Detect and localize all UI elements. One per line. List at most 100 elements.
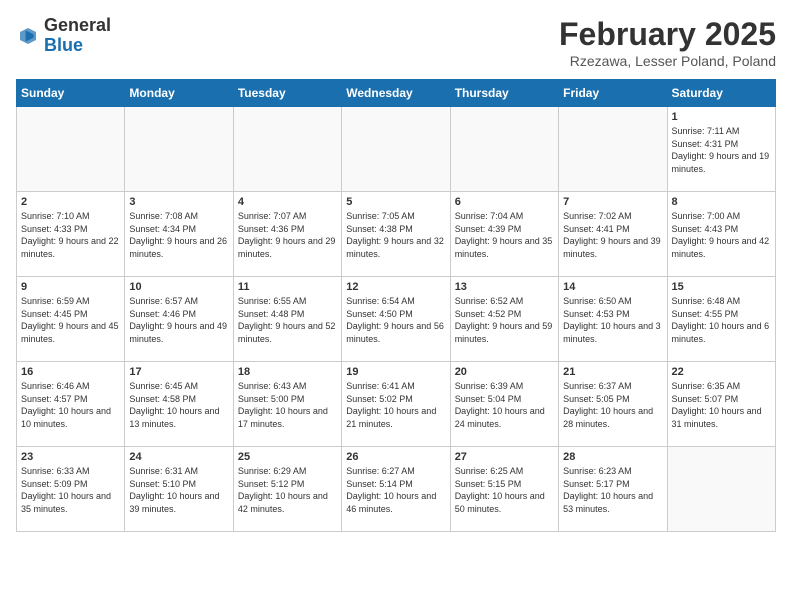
calendar-cell: 20 Sunrise: 6:39 AM Sunset: 5:04 PM Dayli… (450, 362, 558, 447)
day-info: Sunrise: 6:45 AM Sunset: 4:58 PM Dayligh… (129, 380, 228, 430)
weekday-header-tuesday: Tuesday (233, 80, 341, 107)
calendar-cell: 16 Sunrise: 6:46 AM Sunset: 4:57 PM Dayli… (17, 362, 125, 447)
day-number: 25 (238, 451, 337, 463)
day-number: 6 (455, 196, 554, 208)
day-info: Sunrise: 6:39 AM Sunset: 5:04 PM Dayligh… (455, 380, 554, 430)
day-number: 10 (129, 281, 228, 293)
calendar-cell (559, 107, 667, 192)
day-info: Sunrise: 6:52 AM Sunset: 4:52 PM Dayligh… (455, 295, 554, 345)
calendar-cell (342, 107, 450, 192)
calendar-cell: 23 Sunrise: 6:33 AM Sunset: 5:09 PM Dayli… (17, 447, 125, 532)
calendar-cell (667, 447, 775, 532)
weekday-row: SundayMondayTuesdayWednesdayThursdayFrid… (17, 80, 776, 107)
calendar-subtitle: Rzezawa, Lesser Poland, Poland (559, 53, 776, 69)
calendar-cell: 9 Sunrise: 6:59 AM Sunset: 4:45 PM Daylig… (17, 277, 125, 362)
calendar-cell: 22 Sunrise: 6:35 AM Sunset: 5:07 PM Dayli… (667, 362, 775, 447)
title-block: February 2025 Rzezawa, Lesser Poland, Po… (559, 16, 776, 69)
day-number: 12 (346, 281, 445, 293)
calendar-cell (125, 107, 233, 192)
logo-general: General (44, 15, 111, 35)
day-number: 19 (346, 366, 445, 378)
day-info: Sunrise: 7:10 AM Sunset: 4:33 PM Dayligh… (21, 210, 120, 260)
weekday-header-thursday: Thursday (450, 80, 558, 107)
day-number: 18 (238, 366, 337, 378)
day-info: Sunrise: 6:31 AM Sunset: 5:10 PM Dayligh… (129, 465, 228, 515)
calendar-cell: 2 Sunrise: 7:10 AM Sunset: 4:33 PM Daylig… (17, 192, 125, 277)
calendar-cell: 14 Sunrise: 6:50 AM Sunset: 4:53 PM Dayli… (559, 277, 667, 362)
calendar-cell: 25 Sunrise: 6:29 AM Sunset: 5:12 PM Dayli… (233, 447, 341, 532)
weekday-header-sunday: Sunday (17, 80, 125, 107)
day-number: 14 (563, 281, 662, 293)
calendar-header: SundayMondayTuesdayWednesdayThursdayFrid… (17, 80, 776, 107)
calendar-cell: 5 Sunrise: 7:05 AM Sunset: 4:38 PM Daylig… (342, 192, 450, 277)
logo-text: General Blue (44, 16, 111, 56)
calendar-cell: 17Sunrise: 6:45 AM Sunset: 4:58 PM Dayli… (125, 362, 233, 447)
logo: General Blue (16, 16, 111, 56)
day-info: Sunrise: 6:33 AM Sunset: 5:09 PM Dayligh… (21, 465, 120, 515)
day-info: Sunrise: 7:11 AM Sunset: 4:31 PM Dayligh… (672, 125, 771, 175)
day-number: 11 (238, 281, 337, 293)
calendar-cell: 18 Sunrise: 6:43 AM Sunset: 5:00 PM Dayli… (233, 362, 341, 447)
day-number: 21 (563, 366, 662, 378)
weekday-header-friday: Friday (559, 80, 667, 107)
day-info: Sunrise: 6:29 AM Sunset: 5:12 PM Dayligh… (238, 465, 337, 515)
day-info: Sunrise: 6:50 AM Sunset: 4:53 PM Dayligh… (563, 295, 662, 345)
day-number: 8 (672, 196, 771, 208)
calendar-cell (17, 107, 125, 192)
day-number: 27 (455, 451, 554, 463)
day-number: 22 (672, 366, 771, 378)
day-number: 3 (129, 196, 228, 208)
calendar-cell: 3Sunrise: 7:08 AM Sunset: 4:34 PM Daylig… (125, 192, 233, 277)
day-number: 1 (672, 111, 771, 123)
day-number: 7 (563, 196, 662, 208)
day-info: Sunrise: 6:37 AM Sunset: 5:05 PM Dayligh… (563, 380, 662, 430)
day-info: Sunrise: 7:05 AM Sunset: 4:38 PM Dayligh… (346, 210, 445, 260)
day-info: Sunrise: 6:35 AM Sunset: 5:07 PM Dayligh… (672, 380, 771, 430)
calendar-week-2: 9 Sunrise: 6:59 AM Sunset: 4:45 PM Daylig… (17, 277, 776, 362)
day-info: Sunrise: 7:07 AM Sunset: 4:36 PM Dayligh… (238, 210, 337, 260)
calendar-cell: 11 Sunrise: 6:55 AM Sunset: 4:48 PM Dayli… (233, 277, 341, 362)
day-number: 23 (21, 451, 120, 463)
day-number: 9 (21, 281, 120, 293)
day-number: 5 (346, 196, 445, 208)
day-info: Sunrise: 6:43 AM Sunset: 5:00 PM Dayligh… (238, 380, 337, 430)
calendar-cell: 4 Sunrise: 7:07 AM Sunset: 4:36 PM Daylig… (233, 192, 341, 277)
day-info: Sunrise: 6:41 AM Sunset: 5:02 PM Dayligh… (346, 380, 445, 430)
calendar-cell: 24Sunrise: 6:31 AM Sunset: 5:10 PM Dayli… (125, 447, 233, 532)
logo-blue: Blue (44, 35, 83, 55)
day-info: Sunrise: 6:55 AM Sunset: 4:48 PM Dayligh… (238, 295, 337, 345)
logo-icon (16, 24, 40, 48)
day-info: Sunrise: 7:04 AM Sunset: 4:39 PM Dayligh… (455, 210, 554, 260)
day-info: Sunrise: 6:57 AM Sunset: 4:46 PM Dayligh… (129, 295, 228, 345)
calendar-cell: 13 Sunrise: 6:52 AM Sunset: 4:52 PM Dayli… (450, 277, 558, 362)
day-number: 20 (455, 366, 554, 378)
calendar-week-0: 1 Sunrise: 7:11 AM Sunset: 4:31 PM Daylig… (17, 107, 776, 192)
day-info: Sunrise: 7:02 AM Sunset: 4:41 PM Dayligh… (563, 210, 662, 260)
day-info: Sunrise: 6:23 AM Sunset: 5:17 PM Dayligh… (563, 465, 662, 515)
day-number: 26 (346, 451, 445, 463)
day-info: Sunrise: 6:46 AM Sunset: 4:57 PM Dayligh… (21, 380, 120, 430)
calendar-cell: 8 Sunrise: 7:00 AM Sunset: 4:43 PM Daylig… (667, 192, 775, 277)
day-number: 2 (21, 196, 120, 208)
day-info: Sunrise: 6:48 AM Sunset: 4:55 PM Dayligh… (672, 295, 771, 345)
weekday-header-monday: Monday (125, 80, 233, 107)
weekday-header-wednesday: Wednesday (342, 80, 450, 107)
calendar-cell (450, 107, 558, 192)
calendar-week-3: 16 Sunrise: 6:46 AM Sunset: 4:57 PM Dayli… (17, 362, 776, 447)
calendar-cell: 12 Sunrise: 6:54 AM Sunset: 4:50 PM Dayli… (342, 277, 450, 362)
day-info: Sunrise: 7:00 AM Sunset: 4:43 PM Dayligh… (672, 210, 771, 260)
calendar-week-1: 2 Sunrise: 7:10 AM Sunset: 4:33 PM Daylig… (17, 192, 776, 277)
day-info: Sunrise: 6:54 AM Sunset: 4:50 PM Dayligh… (346, 295, 445, 345)
calendar-cell: 10 Sunrise: 6:57 AM Sunset: 4:46 PM Dayli… (125, 277, 233, 362)
day-number: 13 (455, 281, 554, 293)
day-number: 4 (238, 196, 337, 208)
day-number: 16 (21, 366, 120, 378)
day-info: Sunrise: 6:25 AM Sunset: 5:15 PM Dayligh… (455, 465, 554, 515)
calendar-cell: 19 Sunrise: 6:41 AM Sunset: 5:02 PM Dayli… (342, 362, 450, 447)
day-number: 15 (672, 281, 771, 293)
calendar-cell: 7 Sunrise: 7:02 AM Sunset: 4:41 PM Daylig… (559, 192, 667, 277)
calendar-table: SundayMondayTuesdayWednesdayThursdayFrid… (16, 79, 776, 532)
day-number: 28 (563, 451, 662, 463)
day-info: Sunrise: 6:59 AM Sunset: 4:45 PM Dayligh… (21, 295, 120, 345)
day-info: Sunrise: 6:27 AM Sunset: 5:14 PM Dayligh… (346, 465, 445, 515)
